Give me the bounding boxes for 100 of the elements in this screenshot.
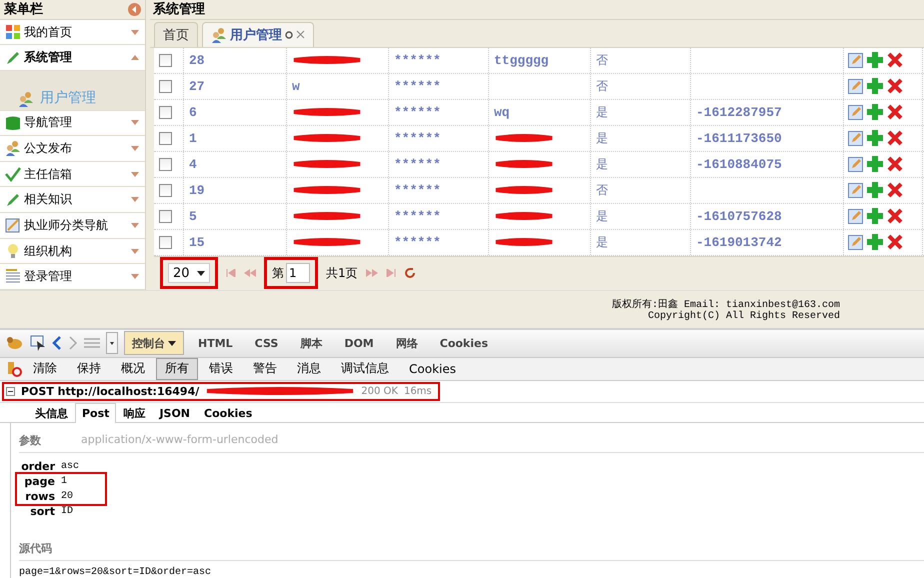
add-icon[interactable] [867, 104, 883, 120]
devtools-tab[interactable]: CSS [246, 331, 286, 356]
table-cell: 5 [189, 208, 197, 224]
table-cell: ****** [394, 104, 441, 120]
ruler-pencil-icon [5, 217, 21, 234]
sidebar-item[interactable]: 导航管理 [0, 110, 145, 136]
response-time: 16ms [404, 386, 432, 397]
edit-icon[interactable] [848, 156, 863, 172]
first-page-icon[interactable] [226, 269, 236, 278]
add-icon[interactable] [867, 182, 883, 198]
bug-icon[interactable] [6, 336, 24, 350]
redaction-mark [494, 133, 554, 144]
edit-icon[interactable] [848, 104, 863, 120]
table-cell: 4 [189, 156, 197, 172]
table-cell: -1619013742 [696, 234, 782, 250]
toolbar-button[interactable]: 清除 [24, 358, 66, 380]
edit-icon[interactable] [848, 182, 863, 198]
edit-icon[interactable] [848, 78, 863, 94]
check-icon [5, 166, 21, 182]
redaction-mark [494, 211, 554, 222]
edit-icon[interactable] [848, 130, 863, 146]
row-checkbox[interactable] [159, 158, 172, 171]
devtools-tab[interactable]: DOM [336, 331, 382, 356]
add-icon[interactable] [867, 234, 883, 250]
row-checkbox[interactable] [159, 80, 172, 93]
add-icon[interactable] [867, 130, 883, 146]
caret-icon[interactable] [197, 270, 205, 276]
edit-icon[interactable] [848, 208, 863, 224]
delete-icon[interactable] [887, 52, 903, 68]
sidebar-title: 菜单栏 [4, 1, 43, 18]
back-icon[interactable] [52, 336, 62, 350]
inspect-icon[interactable] [30, 335, 46, 352]
delete-icon[interactable] [887, 182, 903, 198]
delete-icon[interactable] [887, 130, 903, 146]
add-icon[interactable] [867, 156, 883, 172]
param-name: sort [29, 505, 56, 518]
collapse-icon[interactable] [6, 386, 15, 396]
delete-icon[interactable] [887, 104, 903, 120]
request-url[interactable]: POST http://localhost:16494/ [21, 384, 200, 398]
next-page-icon[interactable] [366, 269, 378, 278]
redaction-mark [292, 185, 362, 196]
detail-tab[interactable]: 响应 [116, 403, 152, 423]
row-checkbox[interactable] [159, 106, 172, 119]
dropdown-icon[interactable] [106, 332, 118, 354]
add-icon[interactable] [867, 208, 883, 224]
sidebar-item[interactable]: 我的首页 [0, 20, 145, 46]
redaction-mark [292, 211, 362, 222]
filter-button[interactable]: Cookies [400, 358, 465, 380]
table-cell: w [292, 78, 300, 94]
delete-icon[interactable] [887, 234, 903, 250]
sidebar-item[interactable]: 组织机构 [0, 238, 145, 264]
edit-icon[interactable] [848, 234, 863, 250]
tab[interactable]: 用户管理 [202, 22, 314, 47]
page-input[interactable]: 1 [286, 263, 310, 284]
delete-icon[interactable] [887, 78, 903, 94]
devtools-tab[interactable]: HTML [190, 331, 241, 356]
previous-page-icon[interactable] [244, 269, 256, 278]
toolbar-button[interactable]: 保持 [68, 358, 110, 380]
detail-tab[interactable]: 头信息 [28, 403, 75, 423]
filter-button[interactable]: 所有 [156, 358, 198, 380]
page-size-select[interactable]: 20 [168, 263, 210, 284]
delete-icon[interactable] [887, 156, 903, 172]
edit-icon[interactable] [848, 52, 863, 68]
table-cell: ****** [394, 130, 441, 146]
table-cell: -1610884075 [696, 156, 782, 172]
forward-icon[interactable] [68, 336, 78, 350]
filter-button[interactable]: 调试信息 [332, 358, 398, 380]
row-checkbox[interactable] [159, 132, 172, 145]
filter-button[interactable]: 警告 [244, 358, 286, 380]
devtools-tab[interactable]: 网络 [388, 331, 426, 356]
detail-tab[interactable]: JSON [152, 403, 198, 423]
filter-button[interactable]: 消息 [288, 358, 330, 380]
table-cell: ****** [394, 156, 441, 172]
clear-console-icon[interactable] [6, 360, 22, 377]
tab[interactable]: 首页 [154, 22, 198, 47]
row-checkbox[interactable] [159, 54, 172, 67]
table-cell: -1612287957 [696, 104, 782, 120]
last-page-icon[interactable] [386, 269, 396, 278]
add-icon[interactable] [867, 52, 883, 68]
copyright-text: Copyright(C) All Rights Reserved [648, 311, 840, 322]
row-checkbox[interactable] [159, 210, 172, 223]
row-checkbox[interactable] [159, 184, 172, 197]
table-cell: 否 [596, 182, 608, 199]
filter-button[interactable]: 错误 [200, 358, 242, 380]
add-icon[interactable] [867, 78, 883, 94]
detail-tab[interactable]: Cookies [197, 403, 260, 423]
table-cell: ****** [394, 182, 441, 198]
devtools-tab[interactable]: 脚本 [292, 331, 330, 356]
refresh-close-icon[interactable] [285, 30, 305, 40]
caret-icon[interactable] [168, 340, 176, 346]
detail-tab[interactable]: Post [75, 403, 116, 423]
row-checkbox[interactable] [159, 236, 172, 249]
devtools-tab[interactable]: 控制台 [124, 331, 184, 356]
redaction-mark [292, 55, 362, 66]
delete-icon[interactable] [887, 208, 903, 224]
list-icon[interactable] [84, 337, 100, 350]
devtools-tab[interactable]: Cookies [432, 331, 496, 356]
table-cell: 6 [189, 104, 197, 120]
toolbar-button[interactable]: 概况 [112, 358, 154, 380]
refresh-icon[interactable] [404, 267, 416, 280]
